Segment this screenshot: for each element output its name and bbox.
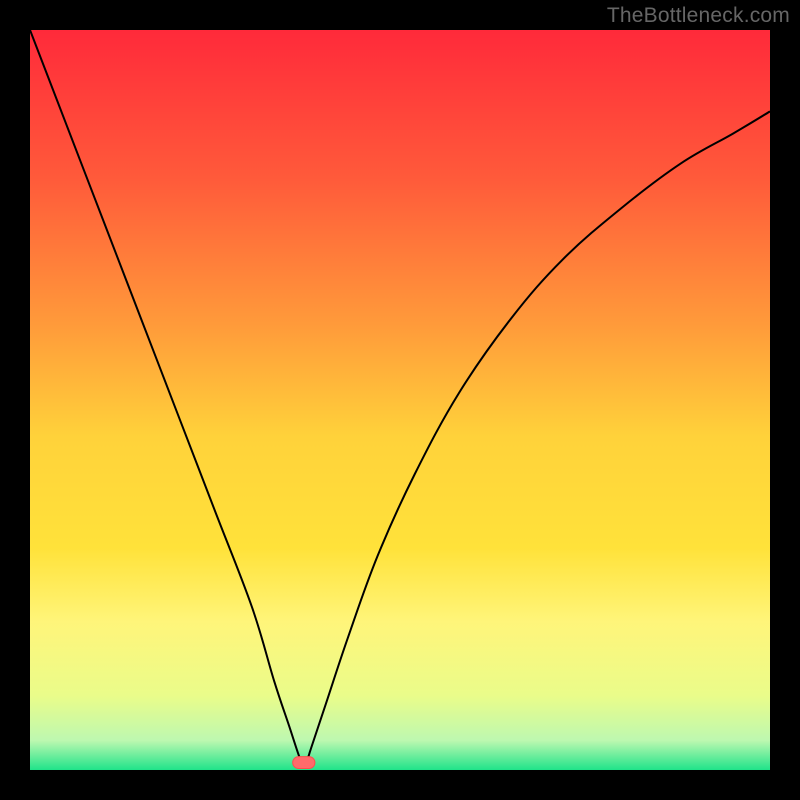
chart-svg (30, 30, 770, 770)
watermark-label: TheBottleneck.com (607, 4, 790, 28)
plot-area (30, 30, 770, 770)
chart-frame: TheBottleneck.com (0, 0, 800, 800)
gradient-background (30, 30, 770, 770)
min-marker (293, 757, 315, 769)
